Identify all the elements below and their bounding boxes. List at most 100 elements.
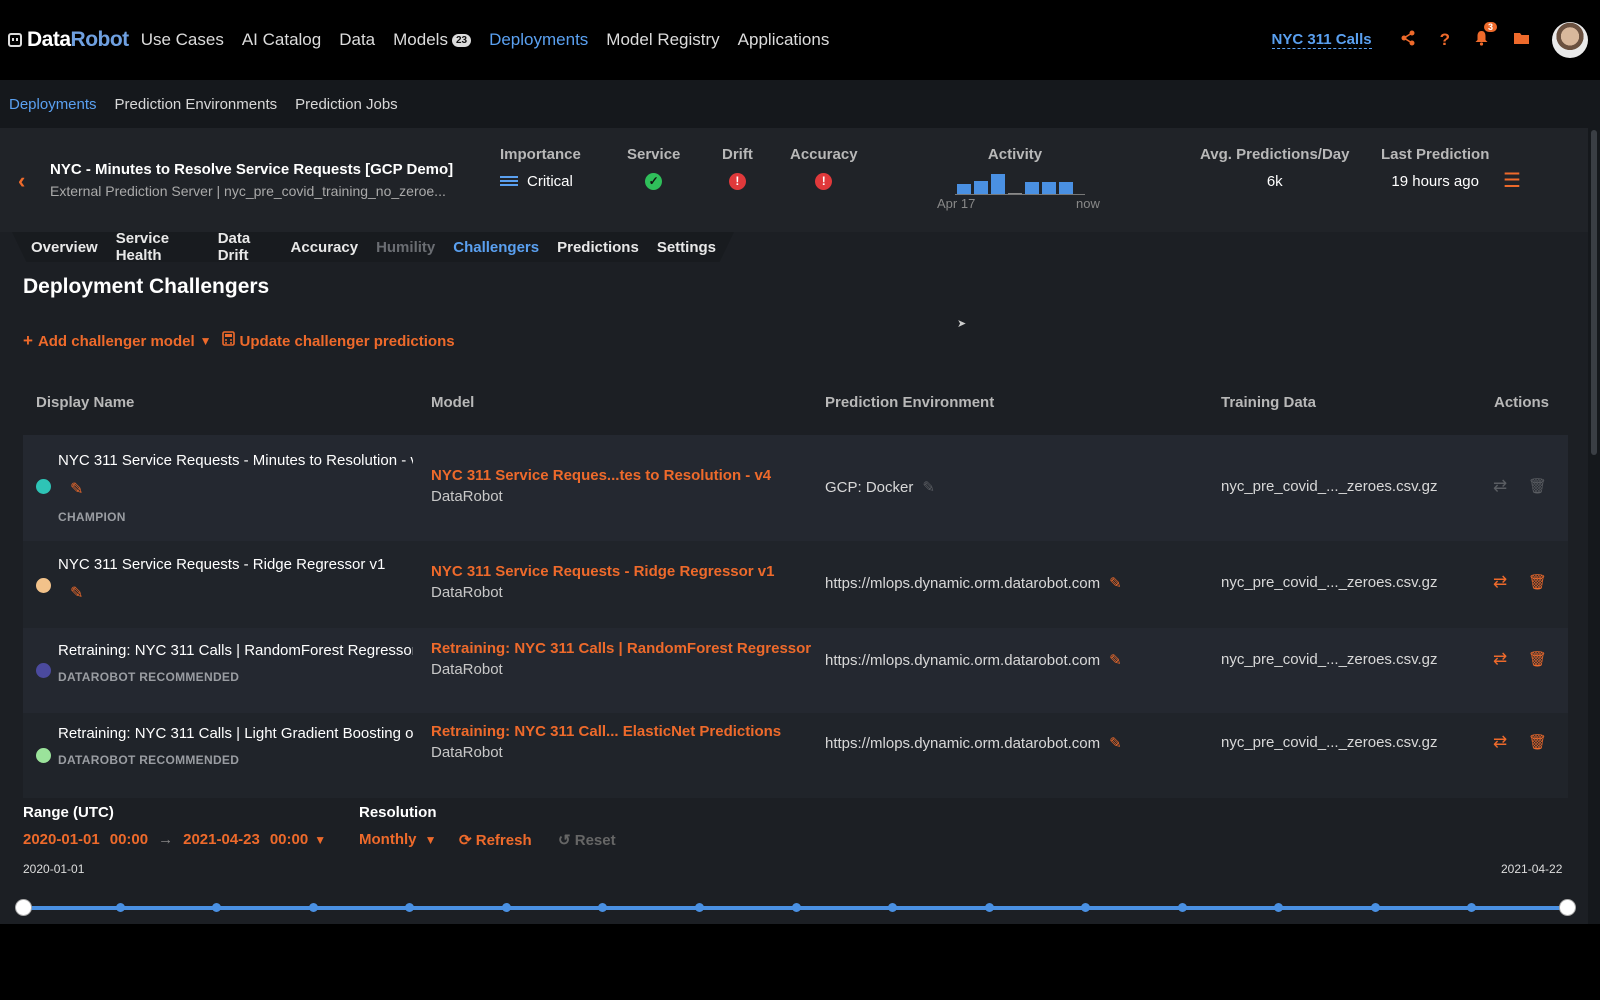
chevron-down-icon: ▼ (314, 832, 327, 847)
accuracy-stat: Accuracy ! (790, 146, 858, 190)
edit-icon[interactable]: ✎ (1109, 574, 1122, 592)
reset-label: Reset (574, 832, 616, 849)
nav-use-cases[interactable]: Use Cases (141, 30, 224, 50)
reset-button[interactable]: ↺ Reset (558, 831, 616, 849)
slider-tick (1178, 903, 1187, 912)
nav-model-registry[interactable]: Model Registry (606, 30, 719, 50)
slider-tick (1081, 903, 1090, 912)
tab-predictions[interactable]: Predictions (557, 239, 639, 256)
col-model[interactable]: Model (431, 394, 474, 411)
datarobot-logo[interactable]: Data Robot (8, 28, 129, 52)
share-icon[interactable] (1400, 30, 1416, 51)
pencil-icon[interactable]: ✎ (70, 479, 83, 499)
importance-value: Critical (527, 173, 573, 190)
trash-icon[interactable]: 🗑 (1528, 477, 1547, 495)
range-start-time[interactable]: 00:00 (110, 831, 148, 848)
nav-data[interactable]: Data (339, 30, 375, 50)
resolution-select[interactable]: Monthly ▼ (359, 831, 437, 848)
range-label: Range (UTC) (23, 804, 114, 821)
row-display-name: Retraining: NYC 311 Calls | Light Gradie… (58, 725, 413, 742)
subnav-prediction-environments[interactable]: Prediction Environments (115, 96, 278, 113)
tab-accuracy[interactable]: Accuracy (291, 239, 359, 256)
col-display-name[interactable]: Display Name (36, 394, 134, 411)
edit-icon[interactable]: ✎ (1109, 734, 1122, 752)
importance-label: Importance (500, 146, 581, 163)
avg-predictions-label: Avg. Predictions/Day (1200, 146, 1350, 163)
nav-models[interactable]: Models 23 (393, 30, 472, 50)
activity-bar (1008, 193, 1022, 194)
refresh-button[interactable]: ⟳ Refresh (459, 831, 532, 849)
row-model-link[interactable]: NYC 311 Service Reques...tes to Resoluti… (431, 467, 771, 484)
nav-applications[interactable]: Applications (738, 30, 830, 50)
calculator-icon (221, 331, 235, 351)
row-model-link[interactable]: Retraining: NYC 311 Call... ElasticNet P… (431, 723, 781, 740)
row-env-value: GCP: Docker (825, 478, 914, 496)
range-start-date[interactable]: 2020-01-01 (23, 831, 100, 848)
models-count-badge: 23 (451, 33, 472, 47)
menu-icon[interactable]: ☰ (1503, 168, 1521, 193)
swap-icon[interactable]: ⇄ (1493, 649, 1507, 669)
subnav-prediction-jobs[interactable]: Prediction Jobs (295, 96, 398, 113)
range-picker[interactable]: 2020-01-01 00:00 → 2021-04-23 00:00 ▼ (23, 831, 326, 848)
swap-icon[interactable]: ⇄ (1493, 476, 1507, 496)
check-circle-icon[interactable]: ✓ (645, 173, 663, 190)
edit-icon[interactable]: ✎ (1109, 651, 1122, 669)
help-icon[interactable]: ? (1440, 30, 1450, 50)
trash-icon[interactable]: 🗑 (1528, 650, 1547, 668)
update-challenger-predictions-button[interactable]: Update challenger predictions (221, 331, 455, 351)
slider-start-handle[interactable] (15, 899, 32, 916)
tab-settings[interactable]: Settings (657, 239, 716, 256)
table-row[interactable]: Retraining: NYC 311 Calls | RandomForest… (23, 628, 1568, 713)
tab-challengers[interactable]: Challengers (453, 239, 539, 256)
slider-tick (1467, 903, 1476, 912)
col-prediction-environment[interactable]: Prediction Environment (825, 394, 994, 411)
table-row[interactable]: NYC 311 Service Requests - Minutes to Re… (23, 435, 1568, 541)
row-prediction-environment: https://mlops.dynamic.orm.datarobot.com … (825, 734, 1122, 753)
subnav-deployments[interactable]: Deployments (9, 96, 97, 113)
edit-icon[interactable]: ✎ (922, 478, 935, 496)
slider-tick (888, 903, 897, 912)
accuracy-alert-icon[interactable]: ! (815, 173, 833, 190)
activity-bar (1025, 182, 1039, 194)
importance-stat: Importance Critical (500, 146, 581, 190)
folder-icon[interactable] (1513, 30, 1530, 50)
table-row[interactable]: Retraining: NYC 311 Calls | Light Gradie… (23, 713, 1568, 798)
nav-ai-catalog[interactable]: AI Catalog (242, 30, 321, 50)
row-display-name: Retraining: NYC 311 Calls | RandomForest… (58, 642, 413, 659)
vertical-scrollbar[interactable] (1588, 128, 1600, 924)
resolution-value: Monthly (359, 831, 417, 848)
activity-bar (974, 181, 988, 194)
row-model-link[interactable]: Retraining: NYC 311 Calls | RandomForest… (431, 640, 811, 657)
trash-icon[interactable]: 🗑 (1528, 733, 1547, 751)
add-challenger-button[interactable]: + Add challenger model ▼ (23, 331, 212, 351)
pencil-icon[interactable]: ✎ (70, 583, 83, 603)
range-end-date[interactable]: 2021-04-23 (183, 831, 260, 848)
row-model-link[interactable]: NYC 311 Service Requests - Ridge Regress… (431, 563, 775, 580)
activity-sparkline[interactable]: Activity Apr 17 now (935, 146, 1100, 211)
swap-icon[interactable]: ⇄ (1493, 572, 1507, 592)
tab-humility[interactable]: Humility (376, 239, 435, 256)
nav-deployments[interactable]: Deployments (489, 30, 588, 50)
color-dot (36, 748, 51, 763)
row-prediction-environment: https://mlops.dynamic.orm.datarobot.com … (825, 651, 1122, 670)
activity-start-label: Apr 17 (937, 196, 976, 211)
swap-icon[interactable]: ⇄ (1493, 732, 1507, 752)
tab-service-health[interactable]: Service Health (116, 232, 200, 262)
tab-data-drift[interactable]: Data Drift (218, 232, 273, 262)
range-slider-track[interactable] (15, 899, 1576, 916)
range-end-time[interactable]: 00:00 (270, 831, 308, 848)
tab-overview[interactable]: Overview (31, 239, 98, 256)
logo-text-robot: Robot (70, 28, 130, 51)
drift-alert-icon[interactable]: ! (728, 173, 746, 190)
user-avatar[interactable] (1552, 22, 1588, 58)
service-stat: Service ✓ (627, 146, 680, 190)
deployment-header: ‹ NYC - Minutes to Resolve Service Reque… (0, 128, 1588, 232)
trash-icon[interactable]: 🗑 (1528, 573, 1547, 591)
bell-icon[interactable]: 3 (1474, 21, 1497, 51)
scrollbar-thumb[interactable] (1591, 130, 1597, 455)
table-row[interactable]: NYC 311 Service Requests - Ridge Regress… (23, 541, 1568, 628)
col-training-data[interactable]: Training Data (1221, 394, 1316, 411)
back-chevron-icon[interactable]: ‹ (18, 168, 25, 194)
project-link[interactable]: NYC 311 Calls (1271, 31, 1372, 49)
slider-end-handle[interactable] (1559, 899, 1576, 916)
